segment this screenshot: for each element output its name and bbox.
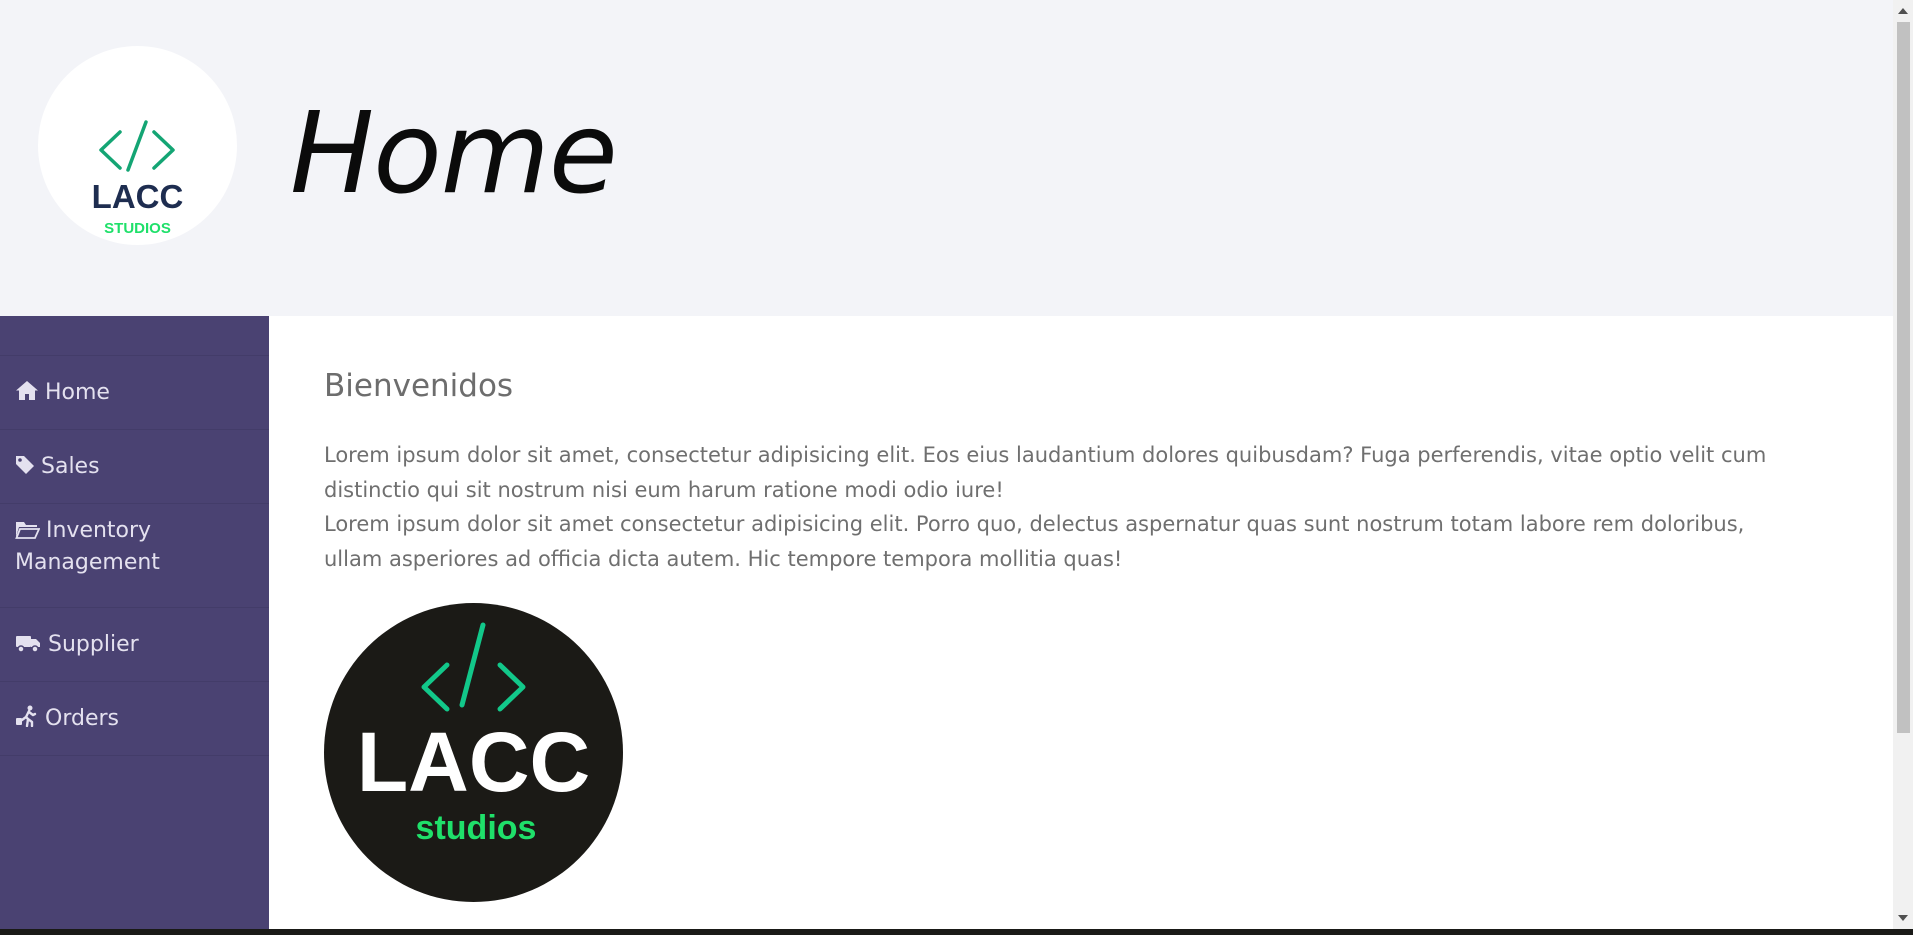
home-icon: [15, 380, 39, 410]
intro-paragraph-1: Lorem ipsum dolor sit amet, consectetur …: [324, 443, 1767, 502]
intro-text: Lorem ipsum dolor sit amet, consectetur …: [324, 438, 1804, 576]
sidebar-item-label: Supplier: [48, 631, 139, 657]
intro-paragraph-2: Lorem ipsum dolor sit amet consectetur a…: [324, 512, 1745, 571]
header: LACC STUDIOS Home: [0, 0, 1893, 316]
vertical-scrollbar[interactable]: [1893, 0, 1913, 929]
sidebar: Home Sales Inventory Management Supplier…: [0, 316, 269, 929]
page-title: Home: [290, 89, 618, 219]
sidebar-item-label: Sales: [41, 453, 100, 479]
scroll-up-arrow-icon[interactable]: [1898, 8, 1908, 14]
logo-text-main: LACC: [357, 715, 590, 809]
folder-open-icon: [15, 518, 41, 548]
logo-text-main: LACC: [92, 178, 184, 215]
sidebar-item-home[interactable]: Home: [0, 356, 269, 430]
logo-text-sub: studios: [416, 809, 537, 847]
window-bottom-edge: [0, 929, 1913, 935]
truck-icon: [15, 632, 42, 662]
tag-icon: [15, 454, 35, 484]
code-brackets-icon: LACC studios: [357, 622, 590, 847]
welcome-heading: Bienvenidos: [324, 368, 514, 404]
sidebar-spacer: [0, 316, 269, 356]
scroll-thumb[interactable]: [1897, 22, 1910, 733]
person-walking-luggage-icon: [15, 705, 39, 736]
page: LACC STUDIOS Home Home Sales Inventory M…: [0, 0, 1893, 929]
sidebar-item-inventory-management[interactable]: Inventory Management: [0, 504, 269, 608]
scroll-down-arrow-icon[interactable]: [1898, 915, 1908, 921]
sidebar-item-label: Orders: [45, 705, 119, 731]
logo-text-sub: STUDIOS: [104, 220, 171, 237]
sidebar-item-orders[interactable]: Orders: [0, 682, 269, 756]
sidebar-item-supplier[interactable]: Supplier: [0, 608, 269, 682]
sidebar-item-label: Home: [45, 379, 110, 405]
brand-logo-large: LACC studios: [324, 603, 623, 902]
code-brackets-icon: LACC STUDIOS: [92, 120, 184, 237]
brand-logo: LACC STUDIOS: [38, 46, 237, 245]
sidebar-item-sales[interactable]: Sales: [0, 430, 269, 504]
